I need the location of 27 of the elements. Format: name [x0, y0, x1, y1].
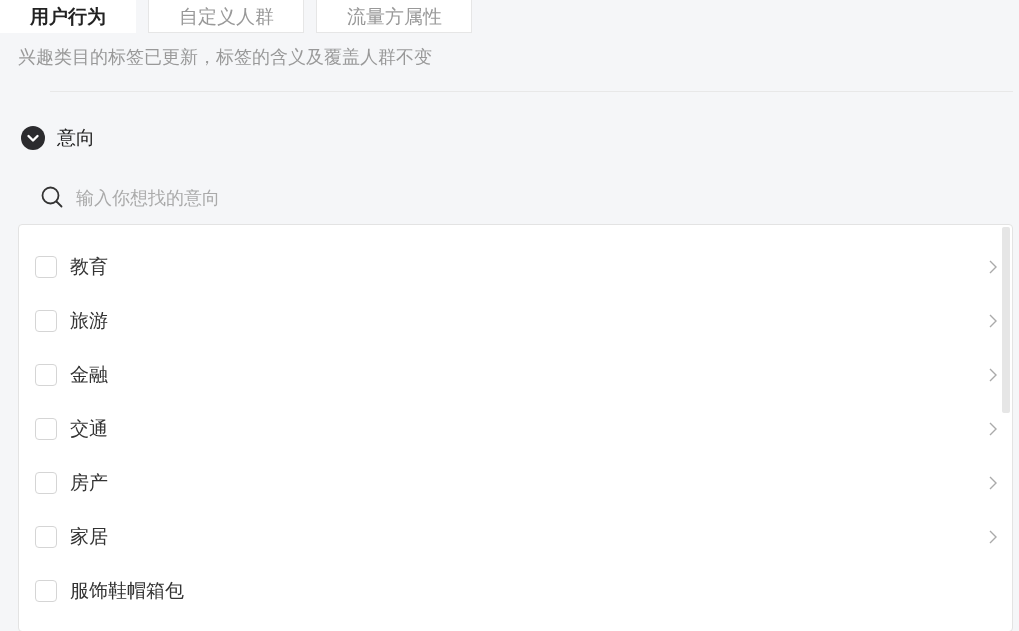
chevron-right-icon[interactable] — [988, 475, 998, 491]
search-icon — [40, 185, 64, 209]
chevron-right-icon[interactable] — [988, 367, 998, 383]
checkbox[interactable] — [35, 256, 57, 278]
section-title: 意向 — [57, 125, 95, 150]
checkbox[interactable] — [35, 310, 57, 332]
checkbox[interactable] — [35, 418, 57, 440]
category-label[interactable]: 教育 — [70, 254, 108, 280]
notice-text: 兴趣类目的标签已更新，标签的含义及覆盖人群不变 — [18, 45, 432, 69]
scrollbar[interactable] — [1002, 227, 1010, 413]
chevron-right-icon[interactable] — [988, 421, 998, 437]
checkbox[interactable] — [35, 580, 57, 602]
category-label[interactable]: 服饰鞋帽箱包 — [70, 578, 184, 604]
search-field[interactable]: 输入你想找的意向 — [74, 185, 318, 209]
category-label[interactable]: 房产 — [70, 470, 108, 496]
checkbox[interactable] — [35, 526, 57, 548]
category-label[interactable]: 交通 — [70, 416, 108, 442]
category-label[interactable]: 金融 — [70, 362, 108, 388]
chevron-right-icon[interactable] — [988, 529, 998, 545]
collapse-icon[interactable] — [21, 126, 45, 150]
chevron-right-icon[interactable] — [988, 259, 998, 275]
category-label[interactable]: 家居 — [70, 524, 108, 550]
category-label[interactable]: 旅游 — [70, 308, 108, 334]
checkbox[interactable] — [35, 364, 57, 386]
tab[interactable]: 用户行为 — [0, 0, 136, 33]
checkbox[interactable] — [35, 472, 57, 494]
chevron-right-icon[interactable] — [988, 313, 998, 329]
